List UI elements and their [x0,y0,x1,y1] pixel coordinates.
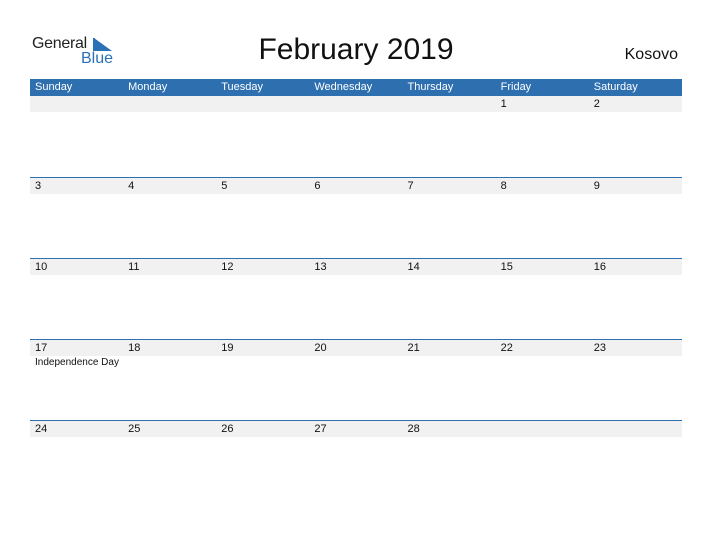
day-number: 26 [221,423,234,435]
day-number: 27 [314,423,327,435]
day-number: 9 [593,180,600,192]
date-strip: 24 25 26 27 28 [30,421,682,437]
day-number: 16 [593,261,606,273]
day-number: 4 [128,180,135,192]
country-label: Kosovo [624,46,678,63]
day-number: 21 [407,342,420,354]
holiday-label [496,356,589,369]
holiday-label [216,356,309,369]
day-number: 12 [221,261,234,273]
day-number: 23 [593,342,606,354]
day-number: 20 [314,342,327,354]
weekday-thursday: Thursday [407,81,454,93]
day-number: 28 [407,423,420,435]
event-row: Independence Day [30,356,682,369]
weekday-sunday: Sunday [35,81,73,93]
day-number [589,421,682,437]
weekday-wednesday: Wednesday [314,81,373,93]
date-strip: 17 18 19 20 21 22 23 [30,340,682,356]
weekday-friday: Friday [500,81,532,93]
week-row: 10 11 12 13 14 15 16 [30,258,682,339]
holiday-label [403,356,496,369]
page-title: February 2019 [258,33,454,66]
day-number: 2 [593,98,600,110]
day-number: 15 [500,261,513,273]
day-number [309,96,402,112]
day-number: 3 [35,180,42,192]
week-row: 12 [30,96,682,177]
day-number: 1 [500,98,507,110]
date-strip: 12 [30,96,682,112]
day-number: 24 [35,423,48,435]
day-number [496,421,589,437]
holiday-label [309,356,402,369]
holiday-label [123,356,216,369]
day-number: 5 [221,180,228,192]
week-row: 24 25 26 27 28 [30,420,682,501]
day-number: 11 [128,261,140,273]
day-number [216,96,309,112]
day-number: 7 [407,180,414,192]
date-strip: 3 4 5 6 7 8 9 [30,178,682,194]
day-number: 18 [128,342,141,354]
weekday-monday: Monday [128,81,168,93]
day-number: 6 [314,180,321,192]
weekday-saturday: Saturday [593,81,638,93]
day-number [123,96,216,112]
day-number: 19 [221,342,234,354]
date-strip: 10 11 12 13 14 15 16 [30,259,682,275]
week-row: 17 18 19 20 21 22 23 Independence Day [30,339,682,420]
weekday-tuesday: Tuesday [221,81,264,93]
day-number: 10 [35,261,48,273]
day-number: 8 [500,180,507,192]
week-row: 3 4 5 6 7 8 9 [30,177,682,258]
day-number: 17 [35,342,48,354]
calendar-grid: Sunday Monday Tuesday Wednesday Thursday… [30,79,682,501]
holiday-label [589,356,682,369]
day-number [30,96,123,112]
weekday-header: Sunday Monday Tuesday Wednesday Thursday… [30,79,682,96]
day-number: 13 [314,261,327,273]
day-number [403,96,496,112]
holiday-label: Independence Day [35,357,119,368]
day-number: 25 [128,423,141,435]
day-number: 14 [407,261,420,273]
day-number: 22 [500,342,513,354]
